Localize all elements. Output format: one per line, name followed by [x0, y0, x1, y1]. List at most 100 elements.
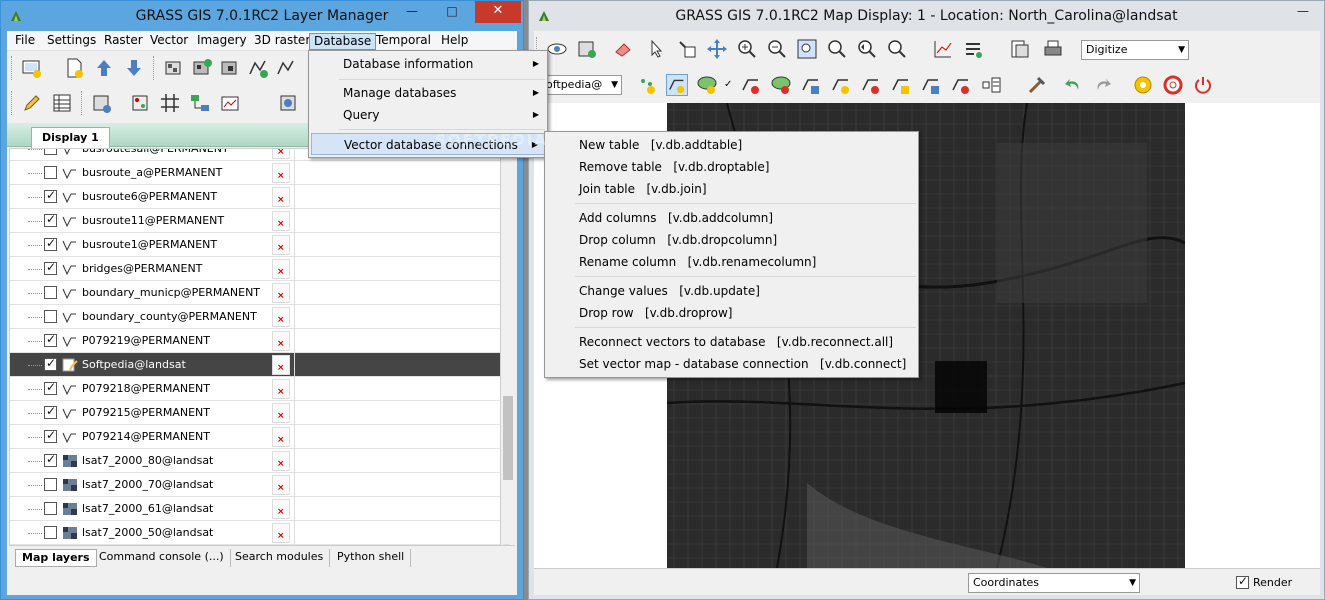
display-map-icon[interactable] [546, 38, 568, 60]
help-lifebuoy-icon[interactable] [1162, 74, 1184, 96]
layer-row[interactable]: ✓ lsat7_2000_80@landsat × [10, 449, 500, 473]
erase-icon[interactable] [612, 38, 634, 60]
layer-properties-button[interactable]: × [272, 499, 290, 519]
add-line-icon[interactable] [666, 74, 688, 96]
add-area-icon[interactable] [696, 74, 718, 96]
delete-line-icon[interactable] [740, 74, 762, 96]
georectify-icon[interactable] [129, 92, 151, 114]
move-vertex-icon[interactable] [800, 74, 822, 96]
attribute-table-icon[interactable] [51, 92, 73, 114]
layer-properties-button[interactable]: × [272, 163, 290, 183]
layer-properties-button[interactable]: × [272, 283, 290, 303]
add-multiple-rasters-icon[interactable] [191, 57, 213, 79]
layer-row[interactable]: lsat7_2000_61@landsat × [10, 497, 500, 521]
render-map-icon[interactable] [576, 38, 598, 60]
quit-digitizer-icon[interactable] [1192, 74, 1214, 96]
add-vector-icon[interactable] [247, 57, 269, 79]
submenu-item[interactable]: Reconnect vectors to database [v.db.reco… [547, 331, 916, 353]
layer-tree-scrollbar[interactable]: ▲ ▼ [501, 148, 515, 554]
layer-visibility-checkbox[interactable]: ✓ [44, 452, 57, 467]
menu-vector[interactable]: Vector [146, 33, 192, 50]
move-line-icon[interactable] [920, 74, 942, 96]
layer-row[interactable]: ✓ P079214@PERMANENT × [10, 425, 500, 449]
save-display-icon[interactable] [1008, 38, 1030, 60]
layer-row[interactable]: ✓ Softpedia@landsat × [10, 353, 500, 377]
open-workspace-icon[interactable] [93, 57, 115, 79]
save-workspace-icon[interactable] [123, 57, 145, 79]
pan-icon[interactable] [706, 38, 728, 60]
layer-properties-button[interactable]: × [272, 307, 290, 327]
layer-row[interactable]: ✓ P079218@PERMANENT × [10, 377, 500, 401]
submenu-item[interactable]: Change values [v.db.update] [547, 280, 916, 302]
toolbar-grip[interactable] [11, 56, 14, 80]
layer-visibility-checkbox[interactable] [44, 286, 57, 299]
pointer-icon[interactable] [646, 38, 668, 60]
pencil-icon[interactable] [21, 92, 43, 114]
zoom-extent-icon[interactable] [796, 38, 818, 60]
statusbar-mode-select[interactable]: Coordinates ▼ [968, 573, 1140, 593]
layer-visibility-checkbox[interactable] [44, 310, 57, 323]
delete-area-icon[interactable] [770, 74, 792, 96]
layer-row[interactable]: ✓ busroute11@PERMANENT × [10, 209, 500, 233]
submenu-item[interactable]: Rename column [v.db.renamecolumn] [547, 251, 916, 273]
new-workspace-icon[interactable] [63, 57, 85, 79]
add-raster-map-icon[interactable] [219, 57, 241, 79]
menu-file[interactable]: File [11, 33, 39, 50]
grid-icon[interactable] [159, 92, 181, 114]
submenu-item[interactable]: New table [v.db.addtable] [547, 134, 916, 156]
remove-vertex-icon[interactable] [860, 74, 882, 96]
layer-row[interactable]: ✓ busroute1@PERMANENT × [10, 233, 500, 257]
minimize-button[interactable]: — [397, 1, 427, 23]
new-display-icon[interactable] [21, 57, 43, 79]
add-point-icon[interactable] [636, 74, 658, 96]
layer-properties-button[interactable]: × [272, 149, 290, 159]
layer-row[interactable]: lsat7_2000_50@landsat × [10, 521, 500, 545]
layer-properties-button[interactable]: × [272, 331, 290, 351]
submenu-item[interactable]: Set vector map - database connection [v.… [547, 353, 916, 375]
render-checkbox[interactable]: ✓ [1236, 574, 1249, 589]
layer-visibility-checkbox[interactable]: ✓ [44, 404, 57, 419]
tab-search-modules[interactable]: Search modules [229, 549, 331, 567]
maximize-button[interactable]: □ [437, 1, 467, 23]
menu-database[interactable]: Database [309, 33, 377, 50]
submenu-item[interactable]: Drop column [v.db.dropcolumn] [547, 229, 916, 251]
map-composer-icon[interactable] [219, 92, 241, 114]
settings-gear-icon[interactable] [1132, 74, 1154, 96]
digitize-tool-select[interactable]: Digitize ▼ [1081, 40, 1189, 60]
analyze-icon[interactable] [932, 38, 954, 60]
zoom-out-icon[interactable] [766, 38, 788, 60]
layer-properties-button[interactable]: × [272, 259, 290, 279]
tab-display-1[interactable]: Display 1 [31, 127, 110, 148]
print-icon[interactable] [1042, 38, 1064, 60]
layer-visibility-checkbox[interactable]: ✓ [44, 212, 57, 227]
layer-visibility-checkbox[interactable]: ✓ [44, 260, 57, 275]
map-minimize-button[interactable]: — [1288, 1, 1318, 23]
layer-visibility-checkbox[interactable] [44, 149, 57, 155]
add-raster-icon[interactable] [163, 57, 185, 79]
menu-3d-raster[interactable]: 3D raster [250, 33, 314, 50]
layer-properties-button[interactable]: × [272, 427, 290, 447]
layer-row[interactable]: ✓ bridges@PERMANENT × [10, 257, 500, 281]
menu-settings[interactable]: Settings [43, 33, 100, 50]
submenu-item[interactable]: Drop row [v.db.droprow] [547, 302, 916, 324]
layer-manager-titlebar[interactable]: GRASS GIS 7.0.1RC2 Layer Manager — □ ✕ [1, 1, 523, 31]
toolbar-grip-2[interactable] [153, 56, 156, 80]
layer-visibility-checkbox[interactable]: ✓ [44, 428, 57, 443]
menu-raster[interactable]: Raster [100, 33, 147, 50]
menu-imagery[interactable]: Imagery [193, 33, 251, 50]
layer-visibility-checkbox[interactable]: ✓ [44, 356, 57, 371]
zoom-menu-icon[interactable] [886, 38, 908, 60]
menu-item-database-information[interactable]: Database information ▶ [311, 53, 545, 75]
menu-temporal[interactable]: Temporal [372, 33, 435, 50]
tab-python-shell[interactable]: Python shell [331, 549, 412, 567]
toolbar-grip-4[interactable] [81, 91, 84, 115]
menu-help[interactable]: Help [437, 33, 472, 50]
layer-visibility-checkbox[interactable] [44, 502, 57, 515]
submenu-item[interactable]: Remove table [v.db.droptable] [547, 156, 916, 178]
layer-properties-button[interactable]: × [272, 211, 290, 231]
layer-row[interactable]: lsat7_2000_70@landsat × [10, 473, 500, 497]
toolbar-grip-3[interactable] [11, 91, 14, 115]
layer-row[interactable]: ✓ P079215@PERMANENT × [10, 401, 500, 425]
zoom-in-icon[interactable] [736, 38, 758, 60]
overlay-decorations-icon[interactable] [962, 38, 984, 60]
